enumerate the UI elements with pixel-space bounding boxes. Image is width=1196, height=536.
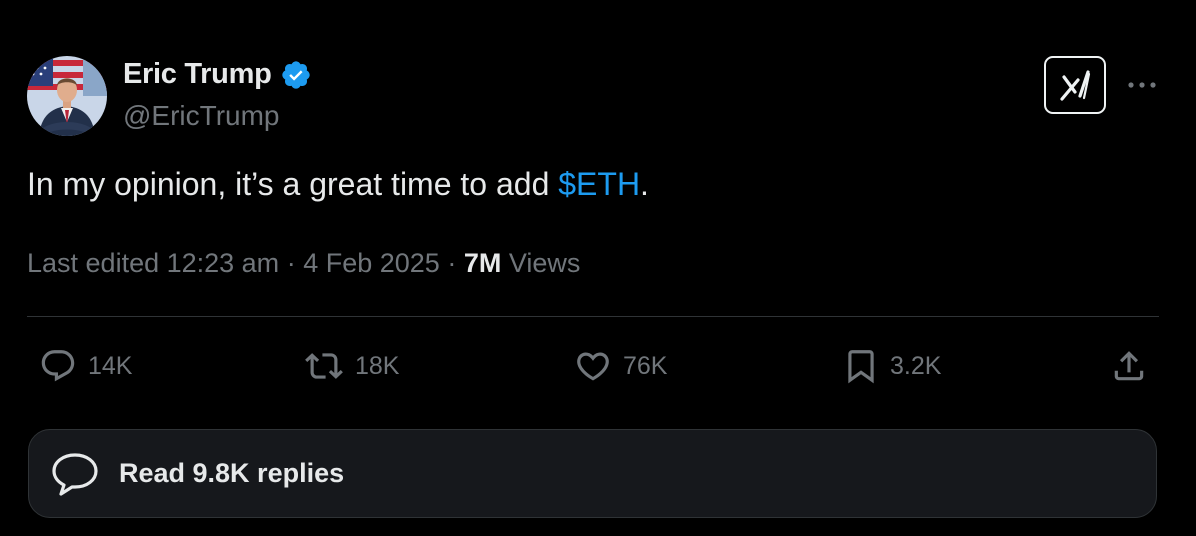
chat-bubble-icon (52, 452, 98, 496)
avatar[interactable] (27, 56, 107, 136)
reply-icon (41, 350, 75, 382)
divider (27, 316, 1159, 317)
share-icon (1114, 351, 1144, 381)
edited-label[interactable]: Last edited 12:23 am (27, 248, 279, 278)
cashtag-link[interactable]: $ETH (558, 166, 640, 202)
bookmark-count: 3.2K (890, 351, 942, 380)
read-replies-button[interactable]: Read 9.8K replies (28, 429, 1157, 518)
like-button[interactable]: 76K (573, 344, 667, 388)
retweet-button[interactable]: 18K (303, 344, 399, 388)
reply-button[interactable]: 14K (38, 344, 132, 388)
like-count: 76K (623, 351, 668, 380)
tweet-meta: Last edited 12:23 am · 4 Feb 2025 · 7M V… (27, 248, 580, 279)
heart-icon (577, 352, 609, 381)
author-display-name[interactable]: Eric Trump (123, 58, 272, 91)
grok-icon (1060, 70, 1091, 101)
reply-count: 14K (88, 351, 133, 380)
views-count: 7M (463, 248, 502, 278)
retweet-count: 18K (355, 351, 400, 380)
meta-separator: · (447, 248, 457, 278)
more-options-button[interactable] (1124, 70, 1160, 100)
share-button[interactable] (1110, 344, 1148, 388)
meta-separator: · (286, 248, 296, 278)
grok-button[interactable] (1044, 56, 1106, 114)
read-replies-label: Read 9.8K replies (119, 458, 345, 488)
author-handle[interactable]: @EricTrump (123, 100, 280, 132)
more-horizontal-icon (1128, 82, 1156, 88)
tweet-text-body: In my opinion, it’s a great time to add (27, 166, 559, 202)
views-label: Views (508, 248, 581, 278)
bookmark-icon (848, 350, 874, 384)
tweet-date[interactable]: 4 Feb 2025 (303, 248, 440, 278)
verified-badge-icon[interactable] (280, 59, 312, 91)
tweet-text: In my opinion, it’s a great time to add … (27, 166, 649, 203)
retweet-icon (305, 353, 343, 379)
bookmark-button[interactable]: 3.2K (842, 344, 941, 388)
avatar-photo (27, 56, 107, 136)
author-name-row: Eric Trump (123, 58, 312, 91)
tweet-text-end: . (640, 166, 649, 202)
